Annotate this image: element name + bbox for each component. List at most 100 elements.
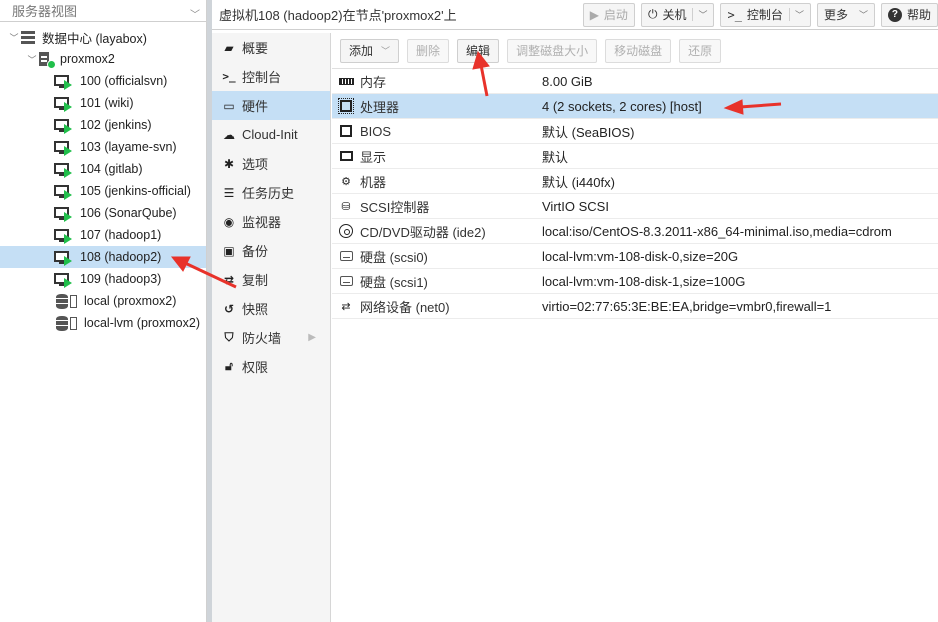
shutdown-button[interactable]: ⏻ 关机 ﹀ xyxy=(640,2,715,27)
tree-item-vm[interactable]: 107 (hadoop1) xyxy=(0,224,206,246)
hardware-value: 8.00 GiB xyxy=(542,73,593,89)
vm-header-bar: 虚拟机108 (hadoop2)在节点'proxmox2'上 ▶ 启动 ⏻ 关机… xyxy=(212,0,938,30)
chevron-down-icon[interactable]: ﹀ xyxy=(692,8,707,21)
play-icon: ▶ xyxy=(589,7,599,22)
nav-item[interactable]: ▭ 硬件 xyxy=(212,91,330,120)
tree-item-node[interactable]: ﹀ proxmox2 xyxy=(0,48,206,70)
chevron-down-icon[interactable]: ﹀ xyxy=(788,8,804,21)
microchip-icon xyxy=(332,125,360,138)
tree-item-label: local (proxmox2) xyxy=(84,294,177,308)
hardware-key: CD/DVD驱动器 (ide2) xyxy=(360,224,486,240)
tree-item-label: 103 (layame-svn) xyxy=(80,140,177,154)
tree-item-label: 104 (gitlab) xyxy=(80,162,143,176)
unlock-icon: 🔓︎ xyxy=(225,359,233,373)
add-button[interactable]: 添加 ﹀ xyxy=(340,38,400,63)
memory-icon xyxy=(332,75,360,87)
hardware-row[interactable]: 硬盘 (scsi0) local-lvm:vm-108-disk-0,size=2… xyxy=(332,244,938,269)
nav-item[interactable]: 🔓︎ 权限 xyxy=(212,352,330,381)
start-button[interactable]: ▶ 启动 xyxy=(582,2,635,27)
remove-button[interactable]: 删除 xyxy=(407,38,450,63)
storage-icon xyxy=(56,315,78,331)
nav-item[interactable]: ☰ 任务历史 xyxy=(212,178,330,207)
vm-running-icon xyxy=(54,140,74,156)
move-disk-label: 移动磁盘 xyxy=(614,44,663,58)
tree-item-label: 101 (wiki) xyxy=(80,96,134,110)
vm-running-icon xyxy=(54,228,74,244)
tree-item-vm[interactable]: 102 (jenkins) xyxy=(0,114,206,136)
console-button[interactable]: >_ 控制台 ﹀ xyxy=(720,2,811,27)
hardware-row[interactable]: ⇄ 网络设备 (net0) virtio=02:77:65:3E:BE:EA,bri… xyxy=(332,294,938,319)
nav-item[interactable]: ↺ 快照 xyxy=(212,294,330,323)
nav-item[interactable]: >_ 控制台 xyxy=(212,62,330,91)
tree-item-vm[interactable]: 100 (officialsvn) xyxy=(0,70,206,92)
vm-running-icon xyxy=(54,74,74,90)
tree-item-storage[interactable]: local (proxmox2) xyxy=(0,290,206,312)
hardware-key: 显示 xyxy=(360,149,387,165)
monitor-icon xyxy=(332,150,360,162)
nav-item[interactable]: ☁ Cloud-Init xyxy=(212,120,330,149)
move-disk-button[interactable]: 移动磁盘 xyxy=(605,38,672,63)
nav-item[interactable]: ✱ 选项 xyxy=(212,149,330,178)
tree-item-label: 106 (SonarQube) xyxy=(80,206,177,220)
tree-item-label: local-lvm (proxmox2) xyxy=(84,316,200,330)
edit-button[interactable]: 编辑 xyxy=(457,38,500,63)
remove-label: 删除 xyxy=(416,44,441,58)
nav-item-label: 硬件 xyxy=(242,99,269,114)
tree-item-label: 107 (hadoop1) xyxy=(80,228,162,242)
hardware-key: 机器 xyxy=(360,174,387,190)
tree-item-datacenter[interactable]: ﹀ 数据中心 (layabox) xyxy=(0,26,206,48)
vm-running-icon xyxy=(54,250,74,266)
revert-label: 还原 xyxy=(688,44,713,58)
hardware-row[interactable]: BIOS 默认 (SeaBIOS) xyxy=(332,119,938,144)
hardware-row[interactable]: 显示 默认 xyxy=(332,144,938,169)
nav-item-label: Cloud-Init xyxy=(242,127,298,142)
tree-item-vm[interactable]: 105 (jenkins-official) xyxy=(0,180,206,202)
hardware-value: local-lvm:vm-108-disk-1,size=100G xyxy=(542,273,746,289)
tree-item-label: 数据中心 (layabox) xyxy=(42,31,147,46)
nav-item[interactable]: ◉ 监视器 xyxy=(212,207,330,236)
tree-item-vm[interactable]: 104 (gitlab) xyxy=(0,158,206,180)
hardware-row[interactable]: CD/DVD驱动器 (ide2) local:iso/CentOS-8.3.201… xyxy=(332,219,938,244)
view-selector[interactable]: 服务器视图 ﹀ xyxy=(0,0,206,22)
collapse-arrow-icon[interactable]: ﹀ xyxy=(26,53,38,66)
help-label: 帮助 xyxy=(906,8,931,22)
tree-item-vm[interactable]: 108 (hadoop2) xyxy=(0,246,206,268)
collapse-arrow-icon[interactable]: ﹀ xyxy=(8,31,20,44)
hardware-row[interactable]: ⚙ 机器 默认 (i440fx) xyxy=(332,169,938,194)
edit-label: 编辑 xyxy=(466,44,491,58)
revert-button[interactable]: 还原 xyxy=(679,38,722,63)
exchange-icon: ⇄ xyxy=(341,300,351,313)
server-online-icon xyxy=(38,51,56,69)
cdrom-icon xyxy=(332,224,360,238)
book-icon: ▰ xyxy=(224,40,234,55)
hardware-key: 处理器 xyxy=(360,99,400,115)
tree-item-vm[interactable]: 101 (wiki) xyxy=(0,92,206,114)
storage-icon xyxy=(56,293,78,309)
start-label: 启动 xyxy=(603,8,628,22)
nav-item[interactable]: ⛉ 防火墙 ▶ xyxy=(212,323,330,352)
nav-item-label: 备份 xyxy=(242,244,269,259)
page-title: 虚拟机108 (hadoop2)在节点'proxmox2'上 xyxy=(219,8,457,23)
nav-item-label: 复制 xyxy=(242,273,269,288)
help-button[interactable]: ? 帮助 xyxy=(880,2,938,27)
tree-item-vm[interactable]: 106 (SonarQube) xyxy=(0,202,206,224)
hardware-row[interactable]: 处理器 4 (2 sockets, 2 cores) [host] xyxy=(332,94,938,119)
more-button[interactable]: 更多 ﹀ xyxy=(816,2,875,27)
cogs-icon: ⚙ xyxy=(341,175,351,188)
nav-item-label: 选项 xyxy=(242,157,269,172)
resize-disk-button[interactable]: 调整磁盘大小 xyxy=(507,38,598,63)
tree-item-vm[interactable]: 109 (hadoop3) xyxy=(0,268,206,290)
hardware-key: 硬盘 (scsi1) xyxy=(360,274,428,290)
tree-item-storage[interactable]: local-lvm (proxmox2) xyxy=(0,312,206,334)
nav-item[interactable]: ⇄ 复制 xyxy=(212,265,330,294)
nav-item-label: 监视器 xyxy=(242,215,282,230)
view-selector-label: 服务器视图 xyxy=(12,4,78,19)
tree-item-label: proxmox2 xyxy=(60,52,115,66)
hardware-row[interactable]: ⛁ SCSI控制器 VirtIO SCSI xyxy=(332,194,938,219)
hardware-row[interactable]: 内存 8.00 GiB xyxy=(332,69,938,94)
nav-item[interactable]: ▰ 概要 xyxy=(212,33,330,62)
tree-item-vm[interactable]: 103 (layame-svn) xyxy=(0,136,206,158)
shield-icon: ⛉ xyxy=(224,330,234,344)
hardware-row[interactable]: 硬盘 (scsi1) local-lvm:vm-108-disk-1,size=1… xyxy=(332,269,938,294)
nav-item[interactable]: ▣ 备份 xyxy=(212,236,330,265)
